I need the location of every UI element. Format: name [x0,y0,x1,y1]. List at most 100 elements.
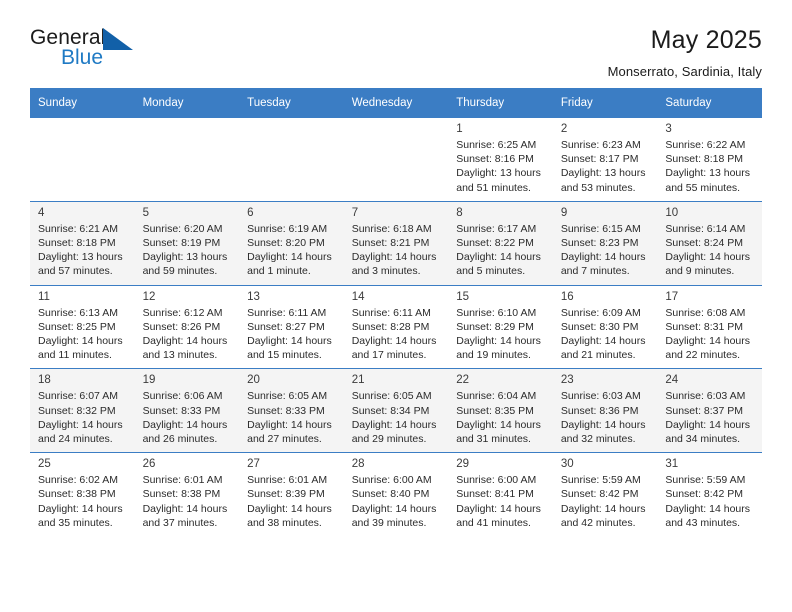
sunset-text: Sunset: 8:17 PM [560,153,639,166]
day-sun-info: Sunrise: 6:05 AM Sunset: 8:34 PM Daylight:… [352,389,441,446]
calendar-day-cell[interactable]: 7 Sunrise: 6:18 AM Sunset: 8:21 PM Daylight… [343,200,449,286]
calendar-day-cell[interactable]: 12 Sunrise: 6:12 AM Sunset: 8:26 PM Dayligh… [134,284,240,369]
calendar-day-cell[interactable]: 22 Sunrise: 6:04 AM Sunset: 8:35 PM Dayligh… [448,368,553,453]
day-cell-inner: 23 Sunrise: 6:03 AM Sunset: 8:36 PM Dayligh… [553,369,658,452]
calendar-day-cell[interactable]: 18 Sunrise: 6:07 AM Sunset: 8:32 PM Dayligh… [30,368,135,453]
calendar-cell-empty [239,117,344,202]
day-number: 27 [247,458,260,471]
sunrise-text: Sunrise: 6:08 AM [665,306,746,319]
title-block: May 2025 Monserrato, Sardinia, Italy [150,26,762,79]
calendar-day-cell[interactable]: 17 Sunrise: 6:08 AM Sunset: 8:31 PM Dayligh… [657,284,762,369]
calendar-day-cell[interactable]: 5 Sunrise: 6:20 AM Sunset: 8:19 PM Daylight… [134,200,240,286]
calendar-day-cell[interactable]: 16 Sunrise: 6:09 AM Sunset: 8:30 PM Dayligh… [552,284,658,369]
calendar-day-cell[interactable]: 24 Sunrise: 6:03 AM Sunset: 8:37 PM Dayligh… [657,368,762,453]
sunrise-text: Sunrise: 5:59 AM [665,474,746,487]
daylight-text-line1: Daylight: 14 hours [142,335,228,348]
daylight-text-line1: Daylight: 13 hours [665,167,751,180]
calendar-day-cell[interactable]: 25 Sunrise: 6:02 AM Sunset: 8:38 PM Dayligh… [30,452,135,537]
calendar-day-cell[interactable]: 31 Sunrise: 5:59 AM Sunset: 8:42 PM Dayligh… [657,452,762,537]
day-cell-inner: 12 Sunrise: 6:12 AM Sunset: 8:26 PM Dayligh… [135,286,240,369]
calendar-day-cell[interactable]: 20 Sunrise: 6:05 AM Sunset: 8:33 PM Dayligh… [239,368,344,453]
calendar-day-cell[interactable]: 4 Sunrise: 6:21 AM Sunset: 8:18 PM Daylight… [30,200,135,286]
calendar-day-cell[interactable]: 14 Sunrise: 6:11 AM Sunset: 8:28 PM Dayligh… [343,284,449,369]
calendar-day-cell[interactable]: 29 Sunrise: 6:00 AM Sunset: 8:41 PM Dayligh… [448,452,553,537]
sunset-text: Sunset: 8:26 PM [142,320,221,333]
sunset-text: Sunset: 8:30 PM [560,320,639,333]
calendar-day-cell[interactable]: 3 Sunrise: 6:22 AM Sunset: 8:18 PM Daylight… [657,117,762,202]
calendar-week-row: 1 Sunrise: 6:25 AM Sunset: 8:16 PM Daylight… [30,117,762,202]
calendar-day-cell[interactable]: 28 Sunrise: 6:00 AM Sunset: 8:40 PM Dayligh… [343,452,449,537]
calendar-day-cell[interactable]: 8 Sunrise: 6:17 AM Sunset: 8:22 PM Daylight… [448,200,553,286]
day-cell-inner: 22 Sunrise: 6:04 AM Sunset: 8:35 PM Dayligh… [448,369,553,452]
calendar-day-cell[interactable]: 23 Sunrise: 6:03 AM Sunset: 8:36 PM Dayligh… [552,368,658,453]
daylight-text-line2: and 1 minute. [247,265,311,278]
daylight-text-line1: Daylight: 13 hours [142,251,228,264]
daylight-text-line2: and 21 minutes. [560,349,636,362]
calendar-day-cell[interactable]: 27 Sunrise: 6:01 AM Sunset: 8:39 PM Dayligh… [239,452,344,537]
day-number: 23 [560,374,574,387]
sunrise-text: Sunrise: 6:06 AM [142,390,223,403]
calendar-day-cell[interactable]: 26 Sunrise: 6:01 AM Sunset: 8:38 PM Dayligh… [134,452,240,537]
sunrise-text: Sunrise: 6:22 AM [665,139,746,151]
sunrise-text: Sunrise: 5:59 AM [560,474,641,487]
day-cell-inner: 24 Sunrise: 6:03 AM Sunset: 8:37 PM Dayligh… [657,369,762,452]
calendar-day-cell[interactable]: 11 Sunrise: 6:13 AM Sunset: 8:25 PM Dayligh… [30,284,135,369]
calendar-week-row: 25 Sunrise: 6:02 AM Sunset: 8:38 PM Dayligh… [30,452,762,537]
day-cell-inner: 30 Sunrise: 5:59 AM Sunset: 8:42 PM Dayligh… [553,453,658,536]
calendar-day-cell[interactable]: 21 Sunrise: 6:05 AM Sunset: 8:34 PM Dayligh… [343,368,449,453]
calendar-day-cell[interactable]: 15 Sunrise: 6:10 AM Sunset: 8:29 PM Dayligh… [448,284,553,369]
daylight-text-line2: and 41 minutes. [456,516,531,529]
sunset-text: Sunset: 8:27 PM [247,320,325,333]
sunrise-text: Sunrise: 6:01 AM [247,474,328,487]
day-sun-info: Sunrise: 6:02 AM Sunset: 8:38 PM Daylight:… [38,473,127,530]
day-sun-info: Sunrise: 6:22 AM Sunset: 8:18 PM Daylight:… [665,138,754,195]
day-sun-info: Sunrise: 6:09 AM Sunset: 8:30 PM Daylight:… [561,306,650,363]
sunset-text: Sunset: 8:31 PM [665,320,744,333]
daylight-text-line1: Daylight: 14 hours [142,418,228,431]
daylight-text-line1: Daylight: 14 hours [38,502,123,515]
day-number: 13 [247,290,260,303]
calendar-day-cell[interactable]: 30 Sunrise: 5:59 AM Sunset: 8:42 PM Dayligh… [552,452,658,537]
day-sun-info: Sunrise: 5:59 AM Sunset: 8:42 PM Daylight:… [561,473,650,530]
calendar-body: 1 Sunrise: 6:25 AM Sunset: 8:16 PM Daylight… [30,117,762,537]
day-number: 7 [351,206,359,219]
sunset-text: Sunset: 8:20 PM [247,237,325,250]
calendar-day-cell[interactable]: 2 Sunrise: 6:23 AM Sunset: 8:17 PM Daylight… [552,117,658,202]
general-blue-logo[interactable]: General Blue [30,26,150,74]
sunset-text: Sunset: 8:36 PM [560,404,639,417]
daylight-text-line2: and 19 minutes. [456,349,531,362]
day-cell-inner: 13 Sunrise: 6:11 AM Sunset: 8:27 PM Dayligh… [239,286,344,369]
day-sun-info: Sunrise: 6:10 AM Sunset: 8:29 PM Daylight:… [456,306,545,363]
daylight-text-line1: Daylight: 14 hours [665,418,751,431]
day-cell-inner: 17 Sunrise: 6:08 AM Sunset: 8:31 PM Dayligh… [657,286,762,369]
daylight-text-line2: and 9 minutes. [665,265,735,278]
weekday-thursday: Thursday [448,88,553,118]
day-cell-inner: 31 Sunrise: 5:59 AM Sunset: 8:42 PM Dayligh… [657,453,762,536]
daylight-text-line2: and 37 minutes. [142,516,218,529]
calendar-week-row: 4 Sunrise: 6:21 AM Sunset: 8:18 PM Daylight… [30,200,762,286]
day-number: 24 [665,374,679,387]
daylight-text-line1: Daylight: 14 hours [456,335,541,348]
day-sun-info: Sunrise: 6:17 AM Sunset: 8:22 PM Daylight:… [456,222,545,279]
calendar-day-cell[interactable]: 10 Sunrise: 6:14 AM Sunset: 8:24 PM Dayligh… [657,200,762,286]
sunrise-text: Sunrise: 6:14 AM [665,222,746,235]
calendar-day-cell[interactable]: 1 Sunrise: 6:25 AM Sunset: 8:16 PM Daylight… [448,117,553,202]
day-number: 16 [560,290,574,303]
day-number: 18 [38,374,51,387]
calendar-day-cell[interactable]: 6 Sunrise: 6:19 AM Sunset: 8:20 PM Daylight… [239,200,344,286]
day-cell-inner: 7 Sunrise: 6:18 AM Sunset: 8:21 PM Daylight… [344,202,449,285]
calendar-header-row: Sunday Monday Tuesday Wednesday Thursday… [30,88,762,118]
calendar-day-cell[interactable]: 13 Sunrise: 6:11 AM Sunset: 8:27 PM Dayligh… [239,284,344,369]
calendar-day-cell[interactable]: 19 Sunrise: 6:06 AM Sunset: 8:33 PM Dayligh… [134,368,240,453]
month-calendar: Sunday Monday Tuesday Wednesday Thursday… [30,88,762,537]
sunset-text: Sunset: 8:33 PM [247,404,325,417]
day-sun-info: Sunrise: 6:14 AM Sunset: 8:24 PM Daylight:… [665,222,754,279]
day-number: 14 [351,290,365,303]
daylight-text-line2: and 27 minutes. [247,433,322,446]
daylight-text-line1: Daylight: 14 hours [247,335,332,348]
day-cell-inner: 26 Sunrise: 6:01 AM Sunset: 8:38 PM Dayligh… [135,453,240,536]
daylight-text-line1: Daylight: 14 hours [351,251,437,264]
sunrise-text: Sunrise: 6:13 AM [38,306,118,319]
calendar-day-cell[interactable]: 9 Sunrise: 6:15 AM Sunset: 8:23 PM Daylight… [552,200,658,286]
sunset-text: Sunset: 8:18 PM [665,153,744,166]
